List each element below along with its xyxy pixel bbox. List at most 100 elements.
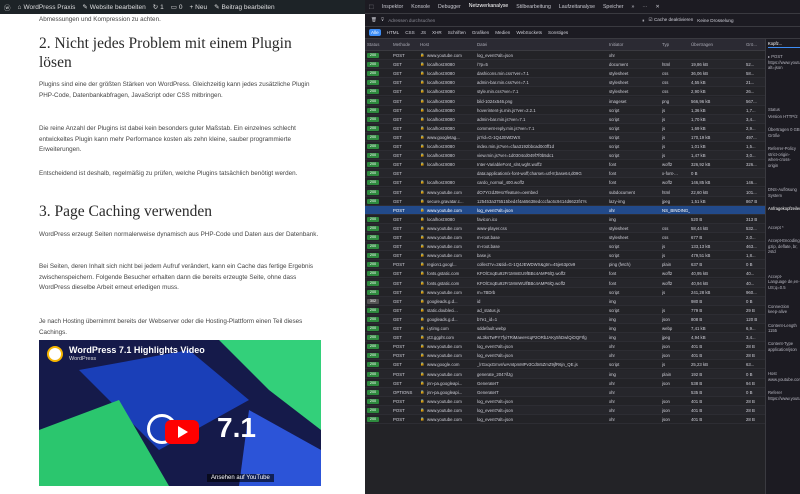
table-row[interactable]: 200 GET localhost:8080 comment-reply.min.js… (365, 124, 765, 133)
table-row[interactable]: 200 GET www.youtube.com m-root.base script js… (365, 242, 765, 252)
video-title[interactable]: WordPress 7.1 Highlights Video (69, 345, 205, 355)
table-row[interactable]: 200 GET localhost:8080 index.min.js?ver=cfa… (365, 142, 765, 152)
play-button[interactable] (165, 420, 199, 444)
youtube-embed[interactable]: WordPress 7.1 Highlights Video WordPress… (39, 340, 321, 486)
table-row[interactable]: POST www.youtube.com log_event?alt=json xhr… (365, 205, 765, 215)
table-row[interactable]: 200 GET data:application/x-font-woff;chars… (365, 169, 765, 179)
table-row[interactable]: 200 GET www.youtube.com base.js script js 479,… (365, 251, 765, 261)
table-row[interactable]: 200 POST www.youtube.com log_event?alt=json… (365, 405, 765, 415)
col-type[interactable]: Typ (662, 42, 669, 47)
table-row[interactable]: 200 GET www.google.com _lrGxqxGmvr/wAmtpmMP… (365, 360, 765, 370)
table-row[interactable]: 200 GET www.youtube.com dO7YrzdJ9Ho?feature… (365, 187, 765, 197)
close-icon[interactable]: ✕ (656, 4, 660, 10)
table-row[interactable]: 200 POST www.youtube.com generate_204?ifJg i… (365, 369, 765, 379)
tab-storage[interactable]: Speicher (603, 4, 623, 10)
col-transferred[interactable]: Übertragen (691, 42, 713, 47)
tab-style-editor[interactable]: Stilbearbeitung (516, 4, 551, 10)
tab-debugger[interactable]: Debugger (438, 4, 461, 10)
table-row[interactable]: 200 GET static.doubleci... ad_status.js scri… (365, 306, 765, 315)
table-row[interactable]: 200 GET localhost:8080 admin-bar.min.css?ve… (365, 78, 765, 88)
table-row[interactable]: 200 GET secure.gravatar.c... 125453a375515b… (365, 197, 765, 206)
video-footer[interactable]: Ansehen auf YouTube (207, 474, 274, 482)
type-css[interactable]: CSS (405, 30, 414, 35)
edit-site-link[interactable]: ✎ Website bearbeiten (82, 3, 145, 12)
table-row[interactable]: 200 GET localhost:8080 admin-bar.min.js?ver… (365, 114, 765, 124)
type-js[interactable]: JS (421, 30, 426, 35)
table-row[interactable]: 200 GET fonts.gstatic.com KFOlCnqEu92Fr1MmW… (365, 278, 765, 288)
col-status[interactable]: Status (367, 42, 379, 47)
table-row[interactable]: 200 GET www.youtube.com m-root.base styleshe… (365, 233, 765, 243)
table-row[interactable]: 302 GET googleads.g.d... id img 980 B 0 B 🔒 (365, 296, 765, 306)
cell: 28 B (746, 344, 755, 350)
cell: stylesheet (609, 225, 629, 231)
comments-link[interactable]: ▭ 0 (171, 3, 183, 12)
table-row[interactable]: 200 GET www.googletag... js?id=G-1Q4JEWDWX s… (365, 132, 765, 142)
table-row[interactable]: 200 GET jnn-pa.googleapi... GenerateIT xhr js… (365, 379, 765, 388)
type-media[interactable]: Medien (495, 30, 510, 35)
more-icon[interactable]: » (631, 4, 634, 10)
col-size[interactable]: Grö... (746, 42, 757, 47)
url-filter-input[interactable]: Adressen durchsuchen (388, 18, 638, 23)
table-row[interactable]: 200 GET yt3.ggpht.com wL3ksTwPY7fyiTRiMaeeH… (365, 333, 765, 343)
lock-icon: 🔒 (420, 298, 425, 303)
table-row[interactable]: 200 GET localhost:8080 favicon.ico img 520 B 3… (365, 215, 765, 224)
cell: woff2 (662, 271, 673, 277)
tab-console[interactable]: Konsole (411, 4, 430, 10)
type-other[interactable]: Sonstiges (548, 30, 568, 35)
table-row[interactable]: 200 GET localhost:8080 bild-1024x546.png ima… (365, 96, 765, 106)
pick-element-icon[interactable]: ⬚ (369, 4, 374, 10)
table-row[interactable]: 200 GET localhost:8080 /?p=5 document html 19,… (365, 60, 765, 70)
type-html[interactable]: HTML (387, 30, 400, 35)
new-content-link[interactable]: + Neu (190, 4, 208, 11)
tab-performance[interactable]: Laufzeitanalyse (559, 4, 595, 10)
table-row[interactable]: 200 GET www.youtube.com m=7BDrb script js 241,… (365, 288, 765, 297)
cell: 1,70 kB (691, 116, 706, 122)
cell: www.youtube.com (427, 189, 462, 195)
edit-post-link[interactable]: ✎ Beitrag bearbeiten (214, 3, 275, 12)
table-row[interactable]: 200 GET localhost:8080 dashicons.min.css?ve… (365, 69, 765, 79)
table-row[interactable]: 200 GET googleads.g.d... b7e1_id=1 img json 80… (365, 314, 765, 324)
tab-inspector[interactable]: Inspektor (382, 4, 403, 10)
table-row[interactable]: 200 GET i.ytimg.com sddefault.webp img webp 7,… (365, 324, 765, 334)
table-row[interactable]: 200 GET www.youtube.com www-player.css style… (365, 223, 765, 233)
table-row[interactable]: 200 GET fonts.gstatic.com KFOlCnqEu92Fr1MmE… (365, 269, 765, 279)
table-row[interactable]: 200 POST www.youtube.com log_event?alt=json… (365, 351, 765, 361)
options-icon[interactable]: ⋯ (642, 4, 647, 10)
table-row[interactable]: 200 POST region1.googl... collect?v=2&tid=G… (365, 260, 765, 270)
table-row[interactable]: 200 POST www.youtube.com log_event?alt=json… (365, 397, 765, 406)
table-row[interactable]: 200 POST www.youtube.com log_event?alt=json… (365, 51, 765, 61)
detail-line[interactable]: Kopfz... (768, 41, 800, 48)
table-row[interactable]: 200 GET localhost:8080 view.min.js?ver=1d03… (365, 151, 765, 161)
disable-cache-checkbox[interactable]: ☑ Cache deaktivieren (649, 17, 694, 23)
table-row[interactable]: 200 POST www.youtube.com log_event?alt=json… (365, 415, 765, 425)
table-row[interactable]: 200 GET localhost:8080 cardo_normal_400.wof… (365, 178, 765, 188)
pause-icon[interactable]: ⏸ (642, 18, 644, 23)
table-row[interactable]: 200 GET localhost:8080 style.min.css?ver=7.… (365, 87, 765, 97)
type-websockets[interactable]: WebSockets (516, 30, 542, 35)
updates-link[interactable]: ↻ 1 (153, 3, 164, 12)
cell: png (662, 98, 670, 104)
tab-network[interactable]: Netzwerkanalyse (468, 0, 509, 13)
trash-icon[interactable]: 🗑 (371, 17, 377, 23)
col-file[interactable]: Datei (477, 42, 487, 47)
lock-icon: 🔒 (420, 189, 425, 194)
status-badge (367, 208, 379, 213)
wordpress-icon[interactable]: ⓦ (4, 2, 11, 12)
table-row[interactable]: 200 GET localhost:8080 hoverintent-js.min.j… (365, 106, 765, 115)
type-all[interactable]: Alle (369, 29, 381, 36)
site-name-link[interactable]: ⌂ WordPress Praxis (18, 4, 76, 11)
detail-line[interactable]: Anfragekopfzeilen (768, 206, 800, 212)
col-host[interactable]: Host (420, 42, 429, 47)
table-row[interactable]: 200 OPTIONS jnn-pa.googleapi... GenerateIT x… (365, 387, 765, 397)
type-fonts[interactable]: Schriften (448, 30, 466, 35)
type-images[interactable]: Grafiken (472, 30, 489, 35)
cell: GET (393, 171, 402, 177)
col-method[interactable]: Methode (393, 42, 410, 47)
table-row[interactable]: 200 POST www.youtube.com log_event?alt=json… (365, 342, 765, 352)
cell: region1.googl... (427, 262, 457, 268)
table-row[interactable]: 200 GET localhost:8080 Inter-VariableFont_s… (365, 160, 765, 170)
type-xhr[interactable]: XHR (432, 30, 442, 35)
channel-avatar[interactable] (47, 346, 63, 362)
throttle-select[interactable]: Keine Drosselung (697, 18, 733, 23)
col-initiator[interactable]: Initiator (609, 42, 623, 47)
